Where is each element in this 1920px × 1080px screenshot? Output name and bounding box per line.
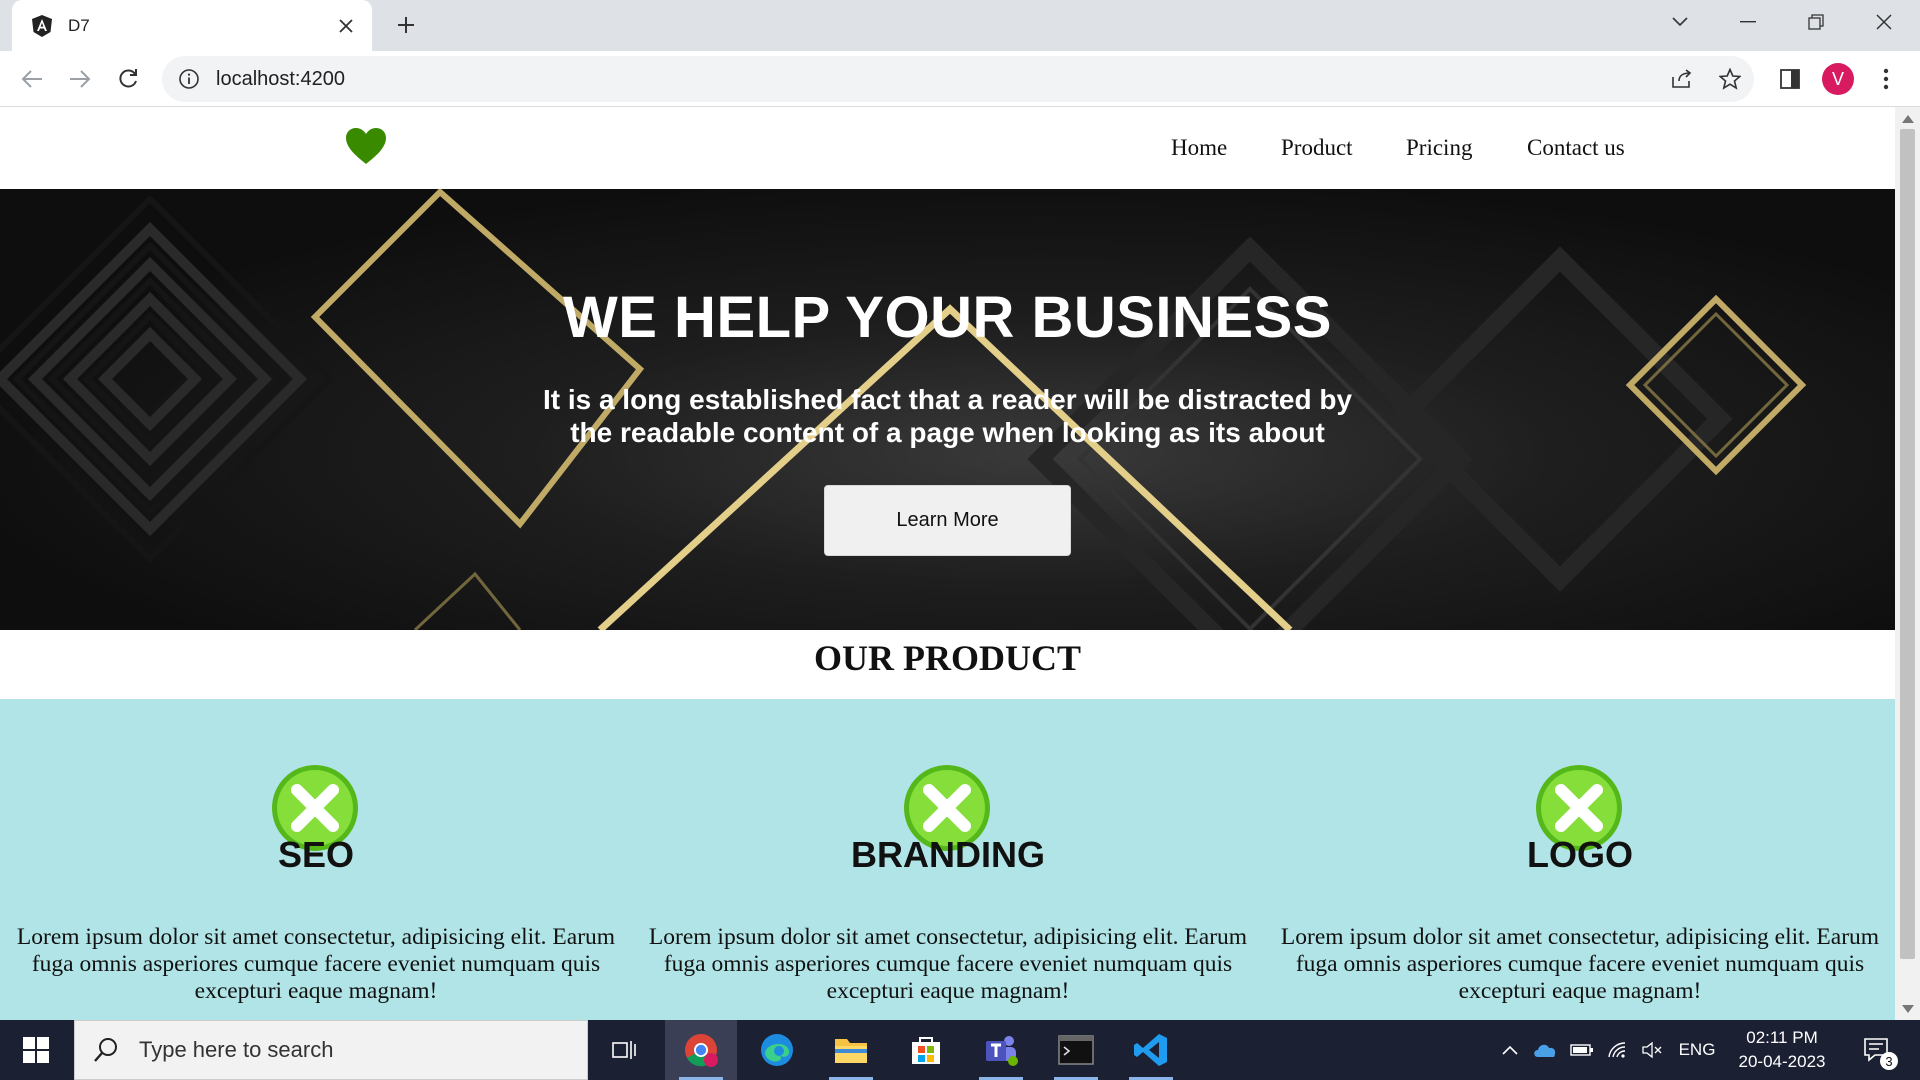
- angular-icon: [32, 14, 52, 37]
- reload-icon: [119, 69, 137, 88]
- menu-kebab-icon[interactable]: [1868, 61, 1904, 97]
- tab-strip: D7: [0, 0, 1920, 51]
- browser-toolbar: localhost:4200 V: [0, 51, 1920, 107]
- url-text[interactable]: localhost:4200: [216, 68, 345, 91]
- product-description: Lorem ipsum dolor sit amet consectetur, …: [16, 924, 616, 1004]
- browser-tab[interactable]: D7: [12, 0, 372, 51]
- scrollbar-thumb[interactable]: [1900, 129, 1915, 959]
- products-section: SEO Lorem ipsum dolor sit amet consectet…: [0, 699, 1895, 1020]
- start-button[interactable]: [0, 1020, 72, 1080]
- share-icon[interactable]: [1662, 56, 1702, 102]
- clock-time: 02:11 PM: [1746, 1028, 1818, 1047]
- file-explorer-app-icon[interactable]: [815, 1020, 887, 1080]
- product-card-seo: SEO Lorem ipsum dolor sit amet consectet…: [0, 699, 632, 1020]
- bookmark-star-icon[interactable]: [1710, 56, 1750, 102]
- product-title: SEO: [277, 834, 355, 875]
- product-title: BRANDING: [851, 834, 1045, 875]
- windows-logo-icon: [23, 1037, 49, 1063]
- onedrive-cloud-icon[interactable]: [1530, 1020, 1560, 1080]
- hero-description: It is a long established fact that a rea…: [542, 384, 1353, 448]
- product-description: Lorem ipsum dolor sit amet consectetur, …: [1280, 924, 1880, 1004]
- tab-title: D7: [68, 15, 90, 35]
- back-button[interactable]: [14, 61, 50, 97]
- page-viewport: Home Product Pricing Contact us WE HELP …: [0, 107, 1895, 1020]
- profile-avatar[interactable]: V: [1820, 61, 1856, 97]
- product-card-logo: LOGO Lorem ipsum dolor sit amet consecte…: [1264, 699, 1895, 1020]
- nav-pricing[interactable]: Pricing: [1406, 135, 1472, 161]
- nav-home[interactable]: Home: [1171, 135, 1227, 161]
- clock[interactable]: 02:11 PM 20-04-2023: [1720, 1026, 1844, 1074]
- teams-app-icon[interactable]: [965, 1020, 1037, 1080]
- learn-more-button[interactable]: Learn More: [824, 485, 1071, 556]
- reload-button[interactable]: [110, 61, 146, 97]
- nav-product[interactable]: Product: [1281, 135, 1353, 161]
- info-icon[interactable]: [178, 68, 200, 90]
- section-title: OUR PRODUCT: [814, 638, 1081, 678]
- language-text: ENG: [1678, 1040, 1716, 1059]
- hero-title: WE HELP YOUR BUSINESS: [563, 285, 1332, 350]
- product-description: Lorem ipsum dolor sit amet consectetur, …: [648, 924, 1248, 1004]
- search-icon: [94, 1038, 117, 1062]
- show-hidden-icons-chevron-icon[interactable]: [1496, 1020, 1524, 1080]
- taskbar-search-box[interactable]: Type here to search: [74, 1020, 588, 1080]
- edge-app-icon[interactable]: [741, 1020, 813, 1080]
- nav-contact-us[interactable]: Contact us: [1527, 135, 1625, 161]
- address-bar[interactable]: localhost:4200: [162, 56, 1754, 102]
- profile-initial: V: [1822, 63, 1854, 95]
- task-view-icon[interactable]: [588, 1020, 660, 1080]
- close-tab-icon[interactable]: [326, 6, 366, 46]
- page-scrollbar[interactable]: [1895, 107, 1920, 1020]
- scroll-up-arrow-icon[interactable]: [1901, 112, 1914, 125]
- windows-taskbar: Type here to search ENG 02:11 PM 20-04-2…: [0, 1020, 1920, 1080]
- search-placeholder: Type here to search: [139, 1037, 334, 1062]
- notification-center-button[interactable]: 3: [1852, 1020, 1902, 1080]
- vscode-app-icon[interactable]: [1115, 1020, 1187, 1080]
- product-title: LOGO: [1527, 834, 1633, 875]
- wifi-icon[interactable]: [1604, 1020, 1632, 1080]
- minimize-button[interactable]: [1716, 0, 1780, 44]
- notification-count-badge: 3: [1880, 1052, 1898, 1070]
- plus-icon: [398, 17, 414, 33]
- arrow-right-icon: [70, 70, 91, 88]
- terminal-app-icon[interactable]: [1040, 1020, 1112, 1080]
- side-panel-icon[interactable]: [1772, 61, 1808, 97]
- volume-muted-icon[interactable]: [1638, 1020, 1666, 1080]
- new-tab-button[interactable]: [388, 7, 424, 43]
- close-window-button[interactable]: [1852, 0, 1916, 44]
- product-card-branding: BRANDING Lorem ipsum dolor sit amet cons…: [632, 699, 1264, 1020]
- restore-button[interactable]: [1784, 0, 1848, 44]
- battery-icon[interactable]: [1568, 1020, 1596, 1080]
- site-header: Home Product Pricing Contact us: [0, 107, 1895, 189]
- forward-button[interactable]: [62, 61, 98, 97]
- clock-date: 20-04-2023: [1738, 1052, 1826, 1071]
- language-indicator[interactable]: ENG: [1674, 1020, 1720, 1080]
- arrow-left-icon: [21, 70, 42, 88]
- tab-search-chevron-icon[interactable]: [1648, 0, 1712, 44]
- hero-banner: WE HELP YOUR BUSINESS It is a long estab…: [0, 189, 1895, 630]
- microsoft-store-app-icon[interactable]: [890, 1020, 962, 1080]
- scroll-down-arrow-icon[interactable]: [1901, 1002, 1914, 1015]
- chrome-app-icon[interactable]: [665, 1020, 737, 1080]
- heart-logo-icon[interactable]: [345, 127, 387, 165]
